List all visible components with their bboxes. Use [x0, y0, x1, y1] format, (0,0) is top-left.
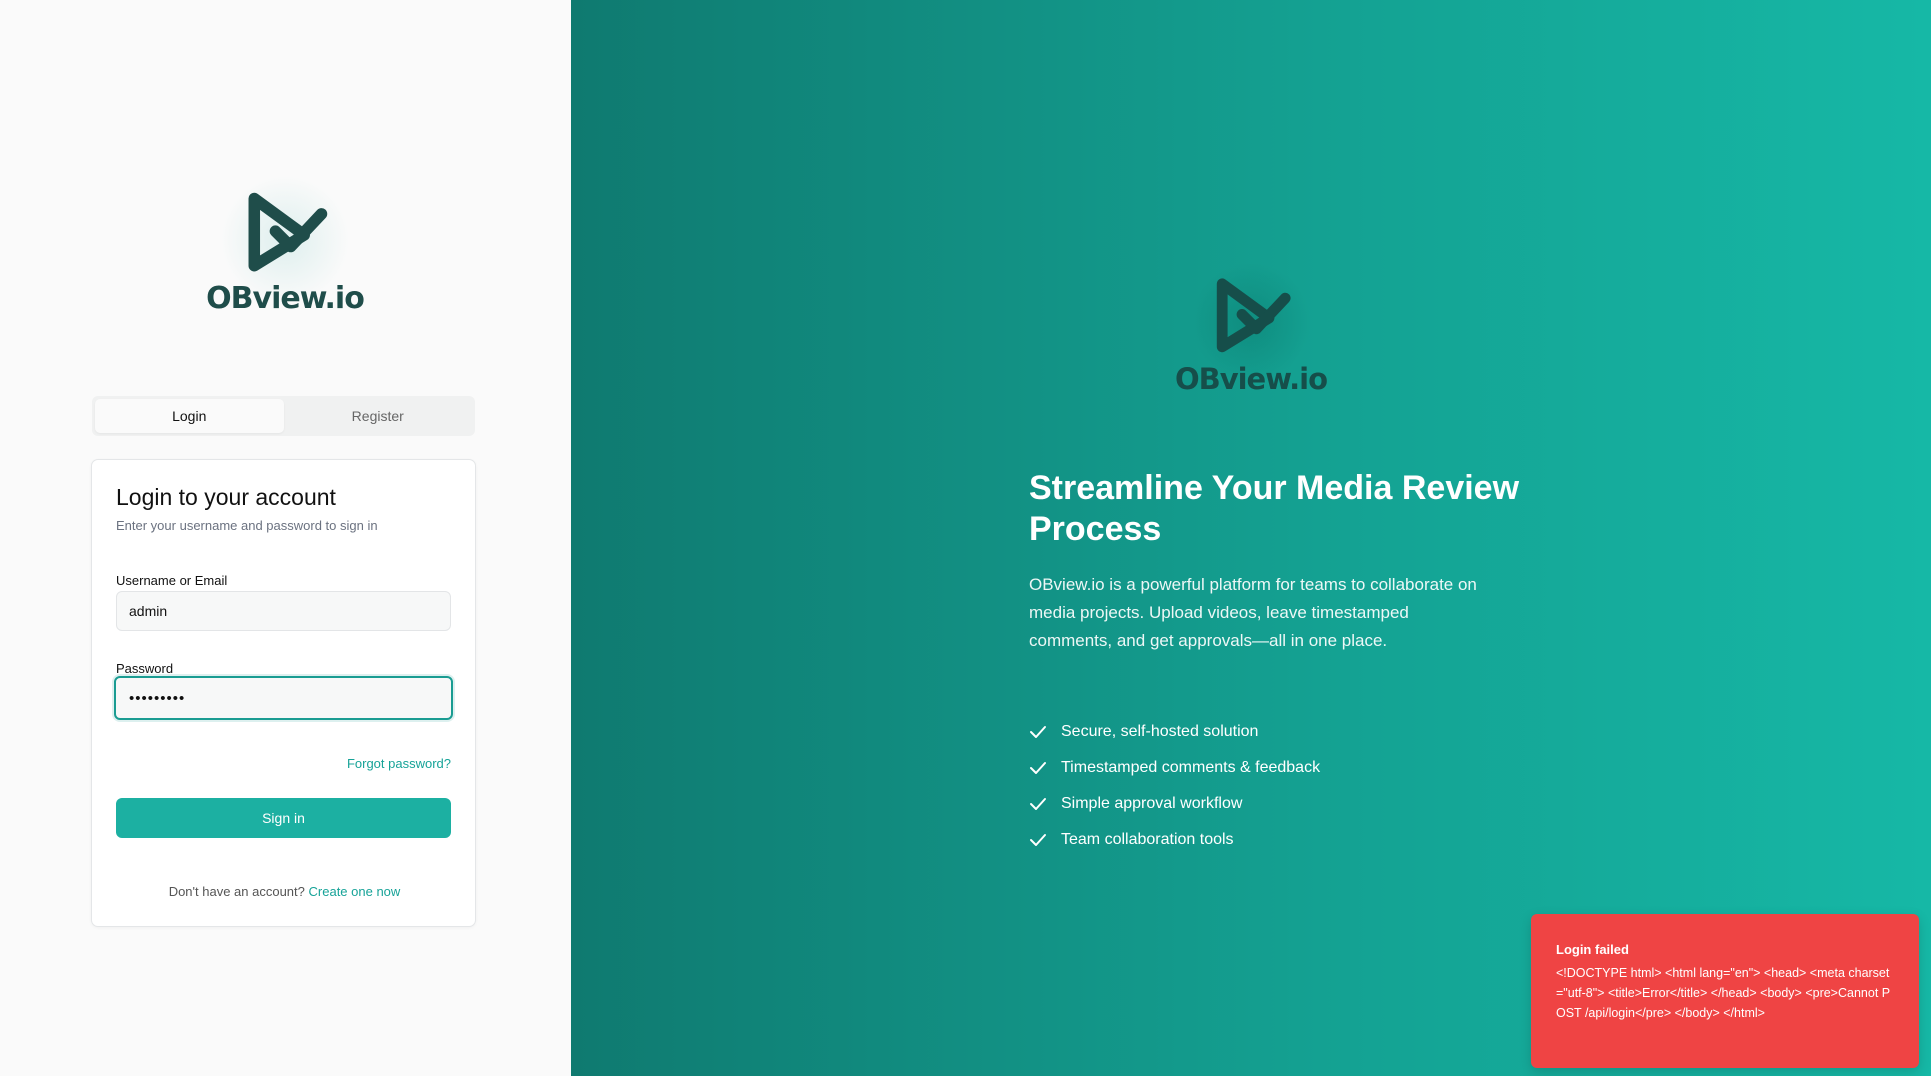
brand-logo: OBview.io — [200, 175, 370, 325]
tab-register[interactable]: Register — [284, 399, 473, 433]
auth-panel: OBview.io Login Register Login to your a… — [0, 0, 571, 1076]
hero-brand-name: OBview.io — [1174, 362, 1328, 396]
check-icon — [1029, 757, 1051, 779]
password-label: Password — [116, 661, 174, 676]
forgot-password-link[interactable]: Forgot password? — [347, 756, 451, 771]
username-input[interactable]: admin — [116, 591, 451, 631]
feature-item: Timestamped comments & feedback — [1029, 750, 1320, 786]
feature-list: Secure, self-hosted solution Timestamped… — [1029, 714, 1320, 858]
tab-login[interactable]: Login — [95, 399, 284, 433]
check-icon — [1029, 829, 1051, 851]
username-label: Username or Email — [116, 573, 228, 588]
feature-item: Team collaboration tools — [1029, 822, 1320, 858]
create-account-link[interactable]: Create one now — [309, 884, 401, 899]
hero-logo: OBview.io — [1161, 262, 1341, 396]
register-prompt: Don't have an account? Create one now — [92, 884, 477, 899]
play-check-icon — [1216, 278, 1291, 353]
brand-name: OBview.io — [206, 281, 365, 316]
auth-tabs: Login Register — [92, 396, 475, 436]
feature-label: Team collaboration tools — [1061, 831, 1234, 848]
feature-item: Simple approval workflow — [1029, 786, 1320, 822]
feature-label: Simple approval workflow — [1061, 795, 1243, 812]
card-title: Login to your account — [116, 484, 336, 510]
login-card: Login to your account Enter your usernam… — [91, 459, 476, 927]
play-check-icon — [248, 192, 328, 272]
hero-headline: Streamline Your Media Review Process — [1029, 469, 1520, 548]
feature-label: Timestamped comments & feedback — [1061, 759, 1321, 776]
card-subtitle: Enter your username and password to sign… — [116, 518, 378, 533]
feature-label: Secure, self-hosted solution — [1061, 723, 1259, 740]
check-icon — [1029, 721, 1051, 743]
hero-description: OBview.io is a powerful platform for tea… — [1029, 575, 1477, 650]
sign-in-button[interactable]: Sign in — [116, 798, 451, 838]
feature-item: Secure, self-hosted solution — [1029, 714, 1320, 750]
no-account-text: Don't have an account? — [168, 884, 305, 899]
toast-title: Login failed — [1556, 942, 1629, 957]
error-toast[interactable]: Login failed <!DOCTYPE html> <html lang=… — [1531, 914, 1919, 1068]
check-icon — [1029, 793, 1051, 815]
toast-message: <!DOCTYPE html> <html lang="en"> <head> … — [1556, 966, 1891, 1020]
password-input[interactable]: ••••••••• — [114, 676, 453, 720]
